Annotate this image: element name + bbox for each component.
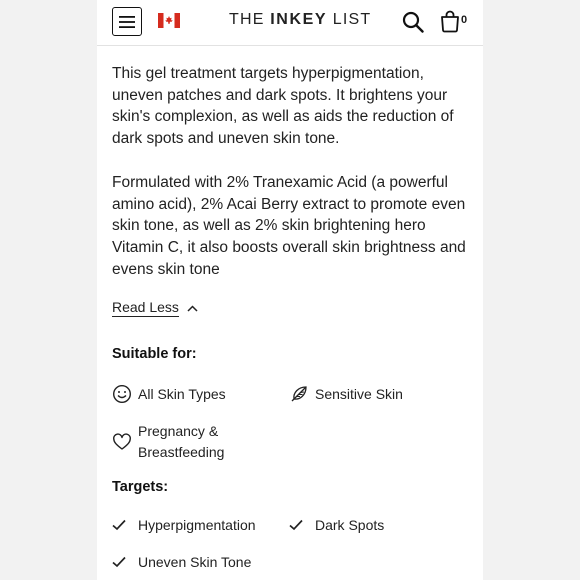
logo-text-the: THE [229,11,271,28]
target-item-hyperpigmentation: Hyperpigmentation [112,517,256,533]
suitable-item-sensitive-skin: Sensitive Skin [289,384,403,405]
cart-count-badge: 0 [461,14,468,26]
suitable-item-all-skin-types: All Skin Types [112,384,226,405]
logo-text-inkey: INKEY [270,11,328,28]
suitable-item-label: Sensitive Skin [315,386,403,402]
suitable-item-pregnancy: Pregnancy & Breastfeeding [112,421,248,462]
suitable-item-label: Pregnancy & Breastfeeding [138,423,225,460]
search-icon[interactable] [402,11,424,33]
checkmark-icon [112,556,126,568]
targets-heading: Targets: [112,479,169,495]
suitable-item-label: All Skin Types [138,386,226,402]
read-less-label: Read Less [112,299,179,317]
shopping-bag-icon[interactable] [440,10,460,33]
feather-icon [291,386,307,402]
heart-icon [113,432,131,450]
target-item-uneven-skin-tone: Uneven Skin Tone [112,554,251,570]
target-item-label: Uneven Skin Tone [138,554,252,570]
menu-button[interactable] [112,7,142,36]
chevron-up-icon [187,304,198,312]
brand-logo[interactable]: THE INKEY LIST [229,11,371,29]
site-header: THE INKEY LIST 0 [97,0,483,46]
hamburger-menu-icon [119,15,135,28]
smiley-face-icon [112,385,132,404]
description-paragraph-1: This gel treatment targets hyperpigmenta… [112,65,454,148]
checkmark-icon [112,519,126,531]
logo-text-list: LIST [327,11,372,28]
target-item-dark-spots: Dark Spots [289,517,384,533]
target-item-label: Hyperpigmentation [138,517,256,533]
target-item-label: Dark Spots [315,517,385,533]
description-paragraph-2: Formulated with 2% Tranexamic Acid (a po… [112,174,466,278]
suitable-for-heading: Suitable for: [112,346,197,362]
canada-flag-icon[interactable] [158,13,180,28]
checkmark-icon [289,519,303,531]
product-page: THE INKEY LIST 0 This gel treatment targ… [97,0,483,580]
read-less-toggle[interactable]: Read Less [112,299,198,317]
